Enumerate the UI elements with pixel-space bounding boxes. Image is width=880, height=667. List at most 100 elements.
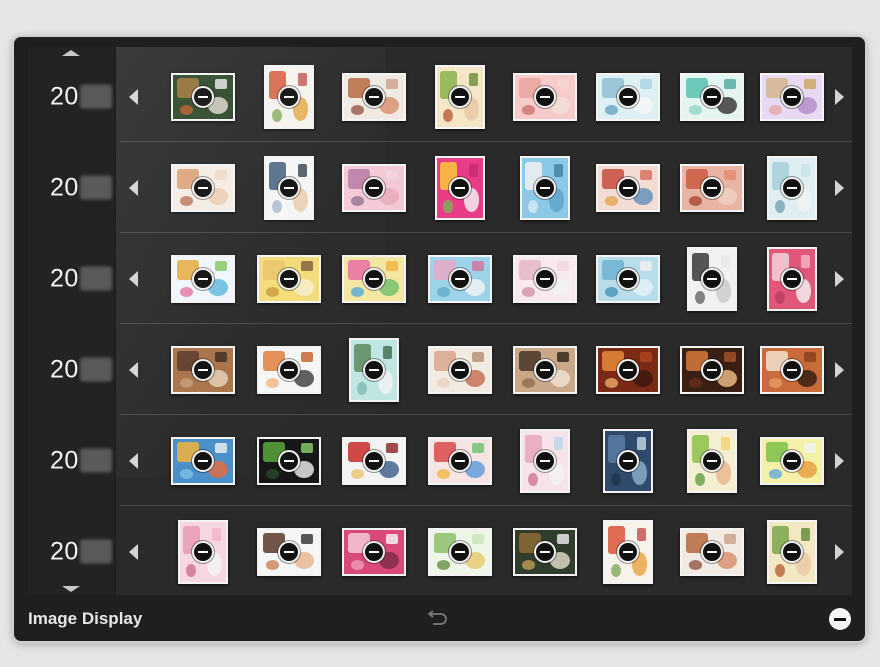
minus-icon[interactable] <box>278 449 300 472</box>
minus-icon[interactable] <box>701 85 723 108</box>
minus-icon[interactable] <box>278 540 300 563</box>
minus-icon[interactable] <box>534 85 556 108</box>
photo-thumbnail[interactable] <box>171 163 235 212</box>
minus-icon[interactable] <box>534 358 556 381</box>
minus-icon[interactable] <box>781 267 803 290</box>
minus-icon[interactable] <box>363 540 385 563</box>
minus-icon[interactable] <box>617 358 639 381</box>
year-group[interactable]: 20 <box>28 415 114 506</box>
minus-icon[interactable] <box>363 85 385 108</box>
minus-icon[interactable] <box>192 449 214 472</box>
photo-thumbnail[interactable] <box>680 345 744 394</box>
photo-thumbnail[interactable] <box>520 155 570 220</box>
minus-icon[interactable] <box>192 267 214 290</box>
photo-thumbnail[interactable] <box>513 345 577 394</box>
row-next-button[interactable] <box>832 542 846 562</box>
photo-thumbnail[interactable] <box>428 345 492 394</box>
photo-thumbnail[interactable] <box>760 345 824 394</box>
year-group[interactable]: 20 <box>28 324 114 415</box>
photo-thumbnail[interactable] <box>760 436 824 485</box>
minus-icon[interactable] <box>363 358 385 381</box>
photo-thumbnail[interactable] <box>171 345 235 394</box>
row-prev-button[interactable] <box>126 87 140 107</box>
minus-icon[interactable] <box>192 540 214 563</box>
minus-icon[interactable] <box>449 176 471 199</box>
minus-icon[interactable] <box>449 267 471 290</box>
photo-thumbnail[interactable] <box>767 246 817 311</box>
minus-icon[interactable] <box>781 540 803 563</box>
minus-icon[interactable] <box>617 85 639 108</box>
photo-thumbnail[interactable] <box>596 345 660 394</box>
photo-thumbnail[interactable] <box>687 428 737 493</box>
minus-icon[interactable] <box>701 358 723 381</box>
minus-icon[interactable] <box>534 540 556 563</box>
photo-thumbnail[interactable] <box>767 519 817 584</box>
photo-thumbnail[interactable] <box>349 337 399 402</box>
photo-thumbnail[interactable] <box>342 72 406 121</box>
minus-icon[interactable] <box>278 267 300 290</box>
row-prev-button[interactable] <box>126 542 140 562</box>
photo-thumbnail[interactable] <box>760 72 824 121</box>
minus-icon[interactable] <box>449 540 471 563</box>
minus-icon[interactable] <box>534 449 556 472</box>
photo-thumbnail[interactable] <box>171 254 235 303</box>
photo-thumbnail[interactable] <box>264 155 314 220</box>
scroll-down-button[interactable] <box>28 583 114 595</box>
photo-thumbnail[interactable] <box>767 155 817 220</box>
minus-icon[interactable] <box>701 176 723 199</box>
photo-thumbnail[interactable] <box>171 436 235 485</box>
photo-thumbnail[interactable] <box>178 519 228 584</box>
photo-thumbnail[interactable] <box>603 428 653 493</box>
photo-thumbnail[interactable] <box>513 254 577 303</box>
photo-thumbnail[interactable] <box>171 72 235 121</box>
row-next-button[interactable] <box>832 360 846 380</box>
minus-icon[interactable] <box>617 176 639 199</box>
row-prev-button[interactable] <box>126 178 140 198</box>
minus-icon[interactable] <box>781 85 803 108</box>
minus-icon[interactable] <box>363 449 385 472</box>
photo-thumbnail[interactable] <box>513 72 577 121</box>
photo-thumbnail[interactable] <box>342 527 406 576</box>
minus-icon[interactable] <box>192 176 214 199</box>
year-group[interactable]: 20 <box>28 233 114 324</box>
minus-icon[interactable] <box>534 176 556 199</box>
row-next-button[interactable] <box>832 269 846 289</box>
minus-icon[interactable] <box>781 449 803 472</box>
row-prev-button[interactable] <box>126 451 140 471</box>
photo-thumbnail[interactable] <box>596 254 660 303</box>
minus-icon[interactable] <box>192 85 214 108</box>
minus-icon[interactable] <box>363 176 385 199</box>
photo-thumbnail[interactable] <box>257 527 321 576</box>
minus-icon[interactable] <box>449 358 471 381</box>
photo-thumbnail[interactable] <box>680 163 744 212</box>
row-next-button[interactable] <box>832 451 846 471</box>
undo-arrow-icon[interactable] <box>426 610 448 628</box>
photo-thumbnail[interactable] <box>342 163 406 212</box>
minus-icon[interactable] <box>617 267 639 290</box>
year-group[interactable]: 20 <box>28 51 114 142</box>
minus-icon[interactable] <box>617 449 639 472</box>
photo-thumbnail[interactable] <box>596 72 660 121</box>
photo-thumbnail[interactable] <box>687 246 737 311</box>
minus-icon[interactable] <box>449 85 471 108</box>
minus-icon[interactable] <box>781 176 803 199</box>
photo-thumbnail[interactable] <box>257 436 321 485</box>
minus-icon[interactable] <box>278 358 300 381</box>
photo-thumbnail[interactable] <box>680 527 744 576</box>
row-prev-button[interactable] <box>126 360 140 380</box>
photo-thumbnail[interactable] <box>428 254 492 303</box>
minus-icon[interactable] <box>192 358 214 381</box>
photo-thumbnail[interactable] <box>428 436 492 485</box>
photo-thumbnail[interactable] <box>680 72 744 121</box>
minus-icon[interactable] <box>701 540 723 563</box>
photo-thumbnail[interactable] <box>435 155 485 220</box>
row-next-button[interactable] <box>832 178 846 198</box>
photo-thumbnail[interactable] <box>520 428 570 493</box>
minus-icon[interactable] <box>701 267 723 290</box>
photo-thumbnail[interactable] <box>264 64 314 129</box>
minus-icon[interactable] <box>363 267 385 290</box>
minus-icon[interactable] <box>534 267 556 290</box>
year-group[interactable]: 20 <box>28 142 114 233</box>
row-prev-button[interactable] <box>126 269 140 289</box>
photo-thumbnail[interactable] <box>257 345 321 394</box>
